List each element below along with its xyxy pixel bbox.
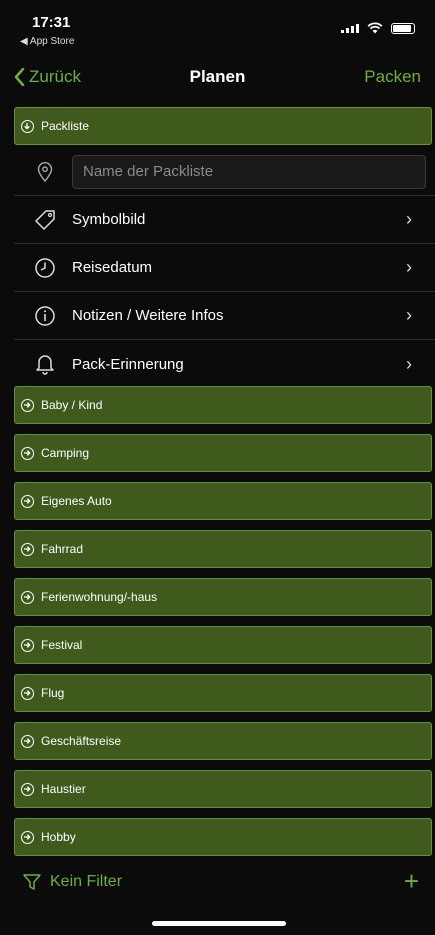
section-header-baby-kind[interactable]: Baby / Kind [14, 386, 432, 424]
location-pin-icon [30, 157, 60, 187]
status-time: 17:31 [32, 14, 71, 31]
expand-circle-icon [21, 446, 34, 460]
section-title: Packliste [41, 119, 90, 133]
collapse-circle-icon [21, 119, 34, 133]
section-title: Flug [41, 686, 65, 700]
section-title: Eigenes Auto [41, 494, 112, 508]
section-title: Baby / Kind [41, 398, 103, 412]
section-title: Fahrrad [41, 542, 84, 556]
clock-icon [30, 253, 60, 283]
section-header-haustier[interactable]: Haustier [14, 770, 432, 808]
row-label: Notizen / Weitere Infos [72, 307, 224, 324]
info-icon [30, 301, 60, 331]
chevron-right-icon: › [406, 353, 412, 374]
section-title: Haustier [41, 782, 86, 796]
row-label: Pack-Erinnerung [72, 355, 184, 373]
packliste-name-row [14, 148, 435, 196]
expand-circle-icon [21, 398, 34, 412]
row-pack-erinnerung[interactable]: Pack-Erinnerung › [14, 340, 435, 388]
back-button[interactable]: Zurück [14, 67, 81, 87]
filter-button[interactable]: Kein Filter [22, 872, 122, 892]
chevron-right-icon: › [406, 257, 412, 277]
expand-circle-icon [21, 686, 34, 700]
section-title: Festival [41, 638, 83, 652]
chevron-left-icon [14, 68, 25, 86]
status-icons [341, 22, 415, 34]
cellular-signal-icon [341, 23, 359, 33]
section-header-hobby[interactable]: Hobby [14, 818, 432, 856]
back-label: Zurück [29, 67, 81, 86]
row-symbolbild[interactable]: Symbolbild › [14, 196, 435, 244]
expand-circle-icon [21, 542, 34, 556]
section-header-eigenes-auto[interactable]: Eigenes Auto [14, 482, 432, 520]
section-title: Hobby [41, 830, 76, 844]
chevron-right-icon: › [406, 209, 412, 229]
packen-button[interactable]: Packen [364, 67, 421, 87]
tag-icon [30, 205, 60, 235]
funnel-icon [23, 874, 41, 890]
section-header-packliste[interactable]: Packliste [14, 107, 432, 145]
add-button[interactable]: + [404, 866, 419, 897]
back-to-app-store-link[interactable]: ◀ App Store [20, 36, 74, 47]
expand-circle-icon [21, 734, 34, 748]
section-header-fahrrad[interactable]: Fahrrad [14, 530, 432, 568]
expand-circle-icon [21, 830, 34, 844]
row-notizen[interactable]: Notizen / Weitere Infos › [14, 292, 435, 340]
row-label: Symbolbild [72, 211, 146, 228]
bell-icon [30, 349, 60, 379]
section-header-festival[interactable]: Festival [14, 626, 432, 664]
section-title: Ferienwohnung/-haus [41, 590, 158, 604]
expand-circle-icon [21, 638, 34, 652]
row-reisedatum[interactable]: Reisedatum › [14, 244, 435, 292]
navigation-bar: Zurück Planen Packen [0, 56, 435, 100]
filter-label: Kein Filter [50, 873, 123, 890]
expand-circle-icon [21, 782, 34, 796]
section-title: Camping [41, 446, 90, 460]
expand-circle-icon [21, 590, 34, 604]
row-label: Reisedatum [72, 259, 153, 276]
chevron-right-icon: › [406, 305, 412, 325]
section-title: Geschäftsreise [41, 734, 122, 748]
wifi-icon [367, 22, 383, 34]
section-header-geschaeftsreise[interactable]: Geschäftsreise [14, 722, 432, 760]
section-header-ferienwohnung[interactable]: Ferienwohnung/-haus [14, 578, 432, 616]
status-bar: 17:31 ◀ App Store [0, 0, 435, 56]
section-header-camping[interactable]: Camping [14, 434, 432, 472]
packliste-name-input[interactable] [72, 154, 426, 189]
section-header-flug[interactable]: Flug [14, 674, 432, 712]
home-indicator[interactable] [152, 921, 286, 926]
battery-icon [391, 22, 415, 34]
expand-circle-icon [21, 494, 34, 508]
